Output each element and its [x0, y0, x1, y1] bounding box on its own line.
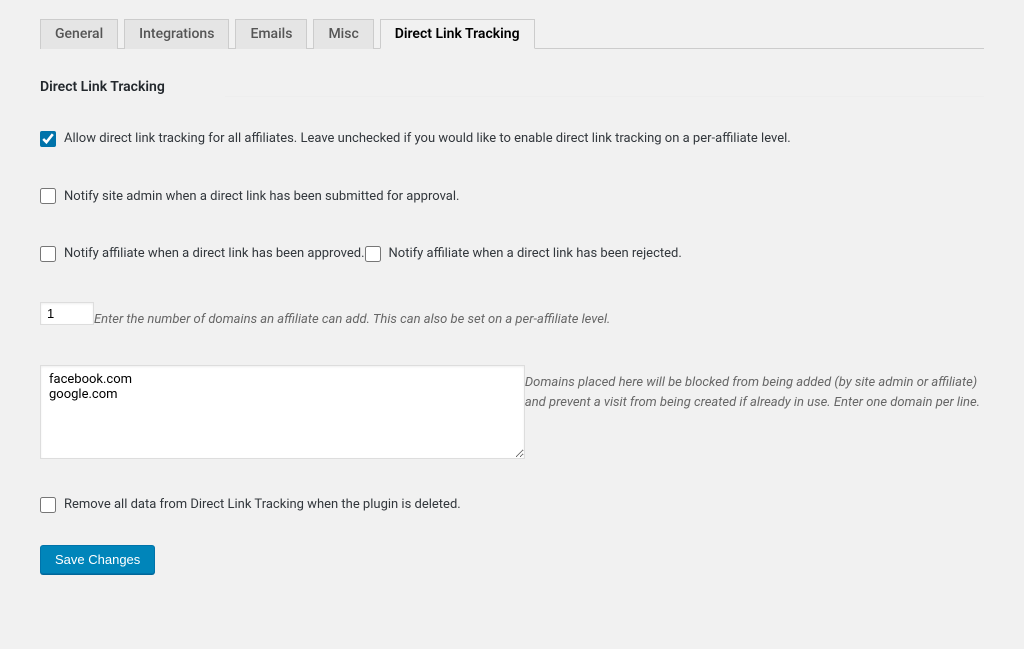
settings-tabs: General Integrations Emails Misc Direct …: [40, 10, 984, 49]
section-divider: [225, 96, 984, 97]
allow-direct-link-text: Allow direct link tracking for all affil…: [64, 129, 791, 149]
notify-admin-text: Notify site admin when a direct link has…: [64, 187, 459, 207]
domains-allowed-input[interactable]: [40, 302, 94, 325]
tab-emails[interactable]: Emails: [235, 19, 307, 49]
domain-blacklist-textarea[interactable]: [40, 365, 525, 459]
section-heading: Direct Link Tracking: [40, 49, 165, 101]
notify-admin-checkbox[interactable]: [40, 188, 56, 204]
tab-general[interactable]: General: [40, 19, 118, 49]
tab-misc[interactable]: Misc: [313, 19, 373, 49]
remove-data-text: Remove all data from Direct Link Trackin…: [64, 495, 461, 515]
domains-allowed-description: Enter the number of domains an affiliate…: [94, 310, 610, 330]
settings-form: Allow direct link tracking for all affil…: [40, 129, 984, 545]
notify-affiliate-approved-checkbox[interactable]: [40, 246, 56, 262]
allow-direct-link-checkbox[interactable]: [40, 131, 56, 147]
remove-data-checkbox[interactable]: [40, 497, 56, 513]
notify-affiliate-rejected-text: Notify affiliate when a direct link has …: [389, 244, 682, 264]
tab-integrations[interactable]: Integrations: [124, 19, 229, 49]
notify-affiliate-approved-text: Notify affiliate when a direct link has …: [64, 244, 365, 264]
tab-direct-link-tracking[interactable]: Direct Link Tracking: [380, 19, 535, 49]
save-changes-button[interactable]: Save Changes: [40, 545, 155, 574]
domain-blacklist-description: Domains placed here will be blocked from…: [525, 373, 984, 412]
notify-affiliate-rejected-checkbox[interactable]: [365, 246, 381, 262]
